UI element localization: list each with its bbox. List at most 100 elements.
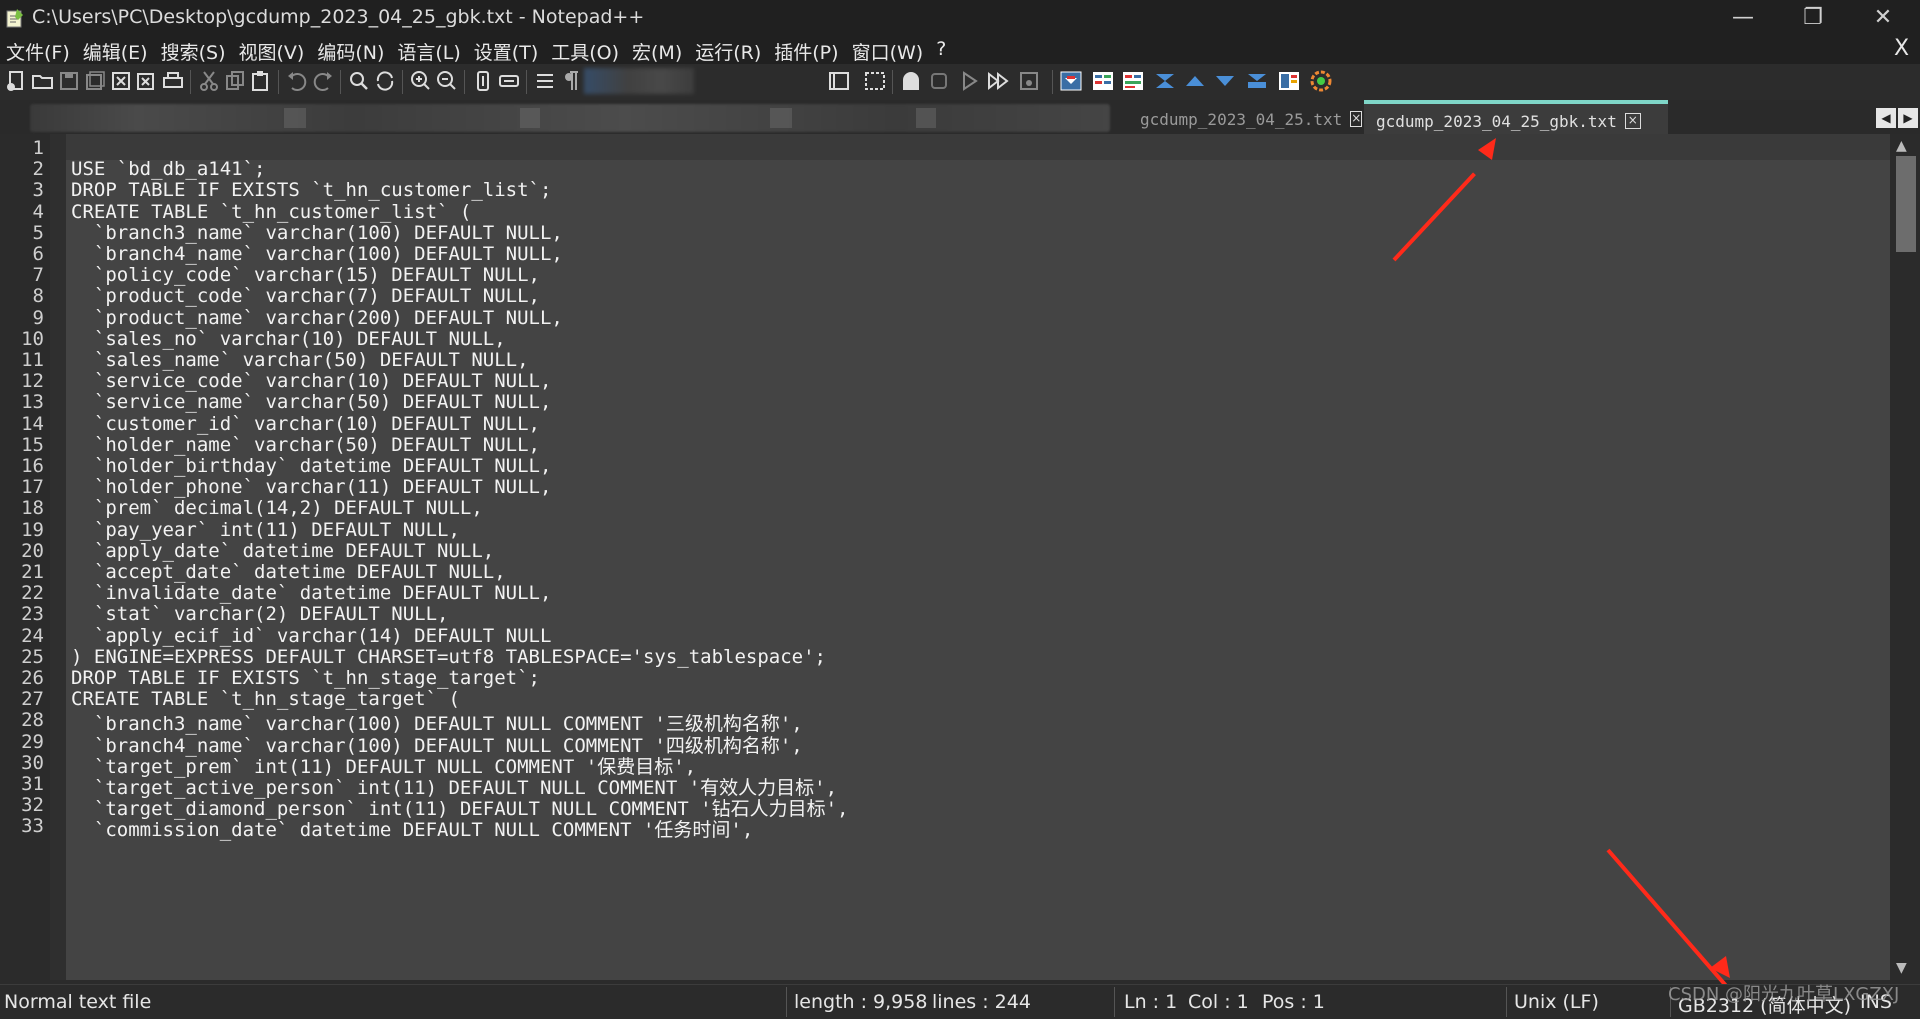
run-macro-multiple-icon[interactable] <box>986 68 1012 94</box>
title-bar: C:\Users\PC\Desktop\gcdump_2023_04_25_gb… <box>0 0 1920 34</box>
menu-macro[interactable]: 宏(M) <box>632 38 682 65</box>
play-macro-icon[interactable] <box>956 68 982 94</box>
line-number: 29 <box>21 730 44 753</box>
clear-compare-icon[interactable] <box>1120 68 1146 94</box>
first-diff-icon[interactable] <box>1152 68 1178 94</box>
sync-horizontal-icon[interactable] <box>496 68 522 94</box>
menu-file[interactable]: 文件(F) <box>6 38 70 65</box>
status-separator <box>1506 987 1507 1017</box>
cut-icon[interactable] <box>196 68 222 94</box>
close-document-button[interactable]: X <box>1894 36 1909 61</box>
paste-icon[interactable] <box>248 68 274 94</box>
menu-settings[interactable]: 设置(T) <box>474 38 538 65</box>
toolbar-separator <box>190 70 191 94</box>
compare-settings-icon[interactable] <box>1276 68 1302 94</box>
vertical-scrollbar[interactable] <box>1892 134 1920 980</box>
code-line[interactable]: 33 `commission_date` datetime DEFAULT NU… <box>0 815 1890 841</box>
line-text: DROP TABLE IF EXISTS `t_hn_customer_list… <box>71 179 552 202</box>
blurred-tabs-region <box>30 104 1110 132</box>
compare-side-icon[interactable] <box>1090 68 1116 94</box>
line-number: 7 <box>32 264 44 287</box>
replace-icon[interactable] <box>372 68 398 94</box>
tab-gcdump[interactable]: gcdump_2023_04_25.txt × <box>1128 104 1363 134</box>
line-number: 8 <box>32 285 44 308</box>
tab-scroll-left-icon[interactable]: ◀ <box>1876 108 1896 128</box>
copy-icon[interactable] <box>222 68 248 94</box>
line-text: CREATE TABLE `t_hn_stage_target` ( <box>71 688 460 711</box>
tab-close-icon[interactable]: × <box>1624 113 1641 129</box>
menu-encoding[interactable]: 编码(N) <box>317 38 384 65</box>
prev-diff-icon[interactable] <box>1182 68 1208 94</box>
status-file-type: Normal text file <box>4 991 152 1013</box>
menu-items: 文件(F) 编辑(E) 搜索(S) 视图(V) 编码(N) 语言(L) 设置(T… <box>6 38 946 65</box>
scrollbar-thumb[interactable] <box>1896 156 1916 252</box>
line-number: 10 <box>21 327 44 350</box>
tab-gcdump-gbk[interactable]: gcdump_2023_04_25_gbk.txt × <box>1364 100 1668 134</box>
tab-close-icon[interactable]: × <box>1350 111 1363 127</box>
minimize-button[interactable]: — <box>1708 0 1778 34</box>
line-number: 20 <box>21 539 44 562</box>
status-eol[interactable]: Unix (LF) <box>1514 991 1599 1013</box>
indent-guide-icon[interactable] <box>826 68 852 94</box>
restore-button[interactable]: ❐ <box>1778 0 1848 34</box>
word-wrap-icon[interactable] <box>532 68 558 94</box>
line-number: 11 <box>21 349 44 371</box>
line-text: DROP TABLE IF EXISTS `t_hn_stage_target`… <box>71 667 540 689</box>
compare-icon[interactable] <box>1058 68 1084 94</box>
toolbar-separator <box>1052 70 1053 94</box>
toolbar-separator <box>340 70 341 94</box>
save-icon[interactable] <box>56 68 82 94</box>
color-picker-icon[interactable] <box>1308 68 1334 94</box>
scroll-up-icon[interactable]: ▲ <box>1896 138 1907 154</box>
redo-icon[interactable] <box>310 68 336 94</box>
menu-language[interactable]: 语言(L) <box>397 38 460 65</box>
doc-map-icon[interactable] <box>862 68 888 94</box>
zoom-in-icon[interactable] <box>408 68 434 94</box>
menu-run[interactable]: 运行(R) <box>695 38 761 65</box>
find-icon[interactable] <box>346 68 372 94</box>
toolbar <box>0 64 1920 100</box>
menu-search[interactable]: 搜索(S) <box>161 38 226 65</box>
last-diff-icon[interactable] <box>1244 68 1270 94</box>
menu-plugins[interactable]: 插件(P) <box>774 38 838 65</box>
line-number: 28 <box>21 709 44 732</box>
line-text: `holder_birthday` datetime DEFAULT NULL, <box>71 455 552 477</box>
toolbar-separator <box>892 70 893 94</box>
menu-window[interactable]: 窗口(W) <box>852 38 924 65</box>
close-icon[interactable] <box>108 68 134 94</box>
line-number: 30 <box>21 751 44 774</box>
show-all-chars-icon[interactable] <box>558 68 584 94</box>
blurred-block <box>284 108 306 128</box>
scroll-down-icon[interactable]: ▼ <box>1896 960 1907 976</box>
undo-icon[interactable] <box>284 68 310 94</box>
menu-help[interactable]: ? <box>936 38 946 65</box>
open-file-icon[interactable] <box>30 68 56 94</box>
line-number: 17 <box>21 476 44 499</box>
line-text: `accept_date` datetime DEFAULT NULL, <box>71 561 506 583</box>
record-macro-icon[interactable] <box>926 68 952 94</box>
menu-edit[interactable]: 编辑(E) <box>83 38 148 65</box>
status-col: Col : 1 <box>1188 991 1249 1013</box>
tab-scroll-right-icon[interactable]: ▶ <box>1898 108 1918 128</box>
csdn-watermark: CSDN @阳光九叶草LXGZXJ <box>1668 984 1900 1005</box>
print-icon[interactable] <box>160 68 186 94</box>
save-all-icon[interactable] <box>82 68 108 94</box>
new-file-icon[interactable] <box>4 68 30 94</box>
close-all-icon[interactable] <box>134 68 160 94</box>
line-number: 14 <box>21 412 44 435</box>
line-text: `product_name` varchar(200) DEFAULT NULL… <box>71 306 563 329</box>
save-macro-icon[interactable] <box>1016 68 1042 94</box>
menu-tools[interactable]: 工具(O) <box>551 38 619 65</box>
line-text: `pay_year` int(11) DEFAULT NULL, <box>71 518 460 541</box>
toolbar-blurred-region <box>584 68 694 94</box>
toolbar-separator <box>278 70 279 94</box>
function-list-icon[interactable] <box>898 68 924 94</box>
line-text: `apply_ecif_id` varchar(14) DEFAULT NULL <box>71 624 552 647</box>
zoom-out-icon[interactable] <box>434 68 460 94</box>
sync-vertical-icon[interactable] <box>470 68 496 94</box>
next-diff-icon[interactable] <box>1212 68 1238 94</box>
close-window-button[interactable]: ✕ <box>1848 0 1918 34</box>
line-number: 25 <box>21 645 44 668</box>
line-number: 9 <box>32 306 44 329</box>
menu-view[interactable]: 视图(V) <box>239 38 305 65</box>
